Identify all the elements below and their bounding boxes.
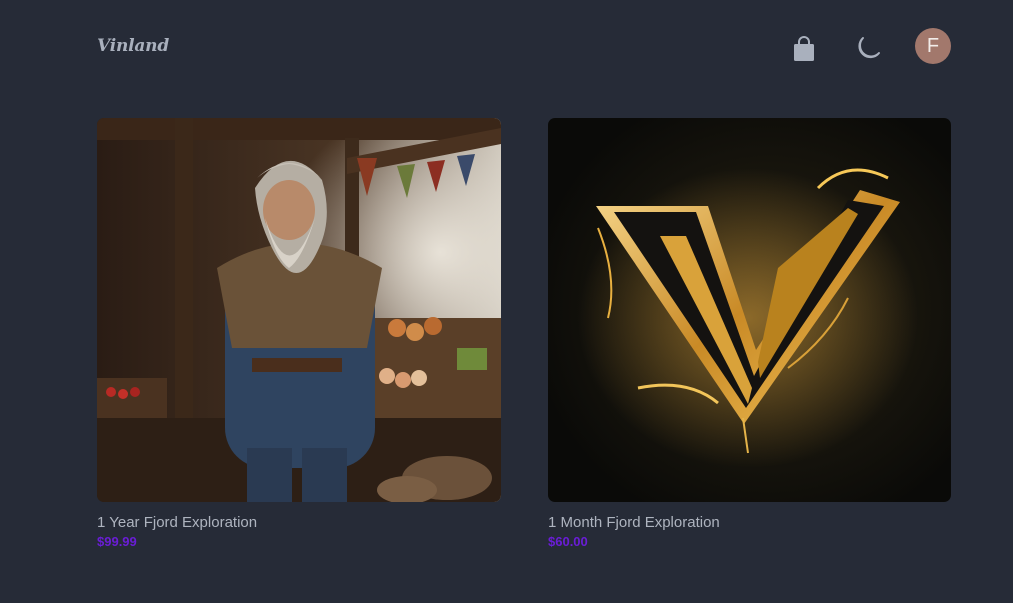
user-avatar[interactable]: F xyxy=(915,28,951,64)
product-card[interactable]: 1 Month Fjord Exploration $60.00 xyxy=(548,118,951,549)
header: Vinland F xyxy=(0,0,1013,96)
cart-button[interactable] xyxy=(790,34,818,64)
product-title[interactable]: 1 Month Fjord Exploration xyxy=(548,514,951,531)
product-title[interactable]: 1 Year Fjord Exploration xyxy=(97,514,501,531)
golden-v-logo-image xyxy=(548,118,951,502)
product-price: $60.00 xyxy=(548,534,588,549)
viking-market-image xyxy=(97,118,501,502)
product-price: $99.99 xyxy=(97,534,137,549)
brand-logo[interactable]: Vinland xyxy=(97,36,169,56)
shopping-bag-icon xyxy=(794,36,814,61)
theme-toggle-button[interactable] xyxy=(850,32,884,66)
product-card[interactable]: 1 Year Fjord Exploration $99.99 xyxy=(97,118,501,549)
moon-icon xyxy=(858,37,880,59)
